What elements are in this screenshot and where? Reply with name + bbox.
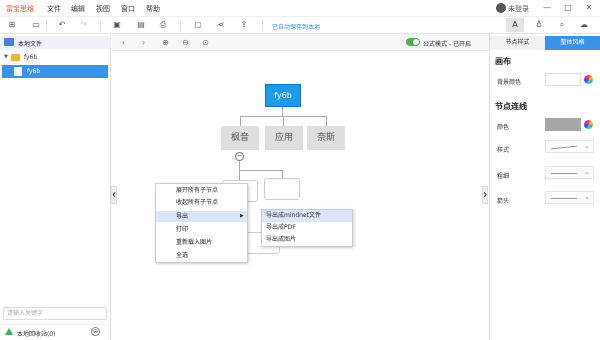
- autosave-status: 已自动保存到本地: [272, 24, 321, 31]
- file-sidebar: [0, 34, 111, 340]
- close-button[interactable]: ✕: [582, 2, 596, 14]
- line-thickness-select[interactable]: ⌄: [545, 166, 594, 179]
- arrow-select[interactable]: ⌄: [545, 191, 594, 204]
- expand-arrow-icon[interactable]: ▼: [4, 54, 8, 60]
- connector-line: [326, 116, 327, 126]
- formula-mode-label: 公式模式 - 已开启: [423, 41, 471, 48]
- line-thickness-label: 粗细: [497, 173, 510, 180]
- connector-line: [239, 170, 283, 171]
- shirt-theme-icon[interactable]: ♁: [533, 19, 545, 31]
- connector-line: [282, 107, 283, 116]
- local-files-header: [0, 36, 111, 49]
- maximize-button[interactable]: □: [561, 2, 575, 14]
- undo-icon[interactable]: ↶: [56, 19, 68, 31]
- export-pdf[interactable]: 导出成PDF: [262, 222, 352, 234]
- new-file-icon[interactable]: ⊞: [6, 19, 18, 31]
- local-files-icon: [4, 38, 14, 46]
- export-icon[interactable]: ⇪: [238, 19, 250, 31]
- menu-expand-all[interactable]: 展开所有子节点: [156, 185, 247, 196]
- line-color-swatch[interactable]: [545, 118, 581, 131]
- menu-edit[interactable]: 编辑: [71, 4, 85, 14]
- connector-line: [240, 116, 241, 126]
- recycle-bin-label: 本地回收站(0): [17, 331, 56, 338]
- toolbar-divider: [180, 20, 181, 31]
- text-style-icon[interactable]: A: [506, 18, 524, 32]
- recycle-expand-button[interactable]: ⊖: [91, 327, 100, 336]
- zoom-out-icon[interactable]: ⊖: [180, 37, 191, 48]
- mindmap-file-icon: [14, 67, 22, 76]
- empty-node[interactable]: [264, 178, 300, 200]
- left-panel-collapse-handle[interactable]: ❮: [111, 186, 117, 204]
- arrow-label: 箭头: [497, 198, 510, 205]
- menu-window[interactable]: 窗口: [121, 4, 135, 14]
- connector-line: [283, 116, 284, 126]
- app-title: 富宝思维: [6, 5, 34, 13]
- back-icon[interactable]: ‹: [118, 37, 129, 48]
- user-avatar-icon[interactable]: [496, 3, 506, 13]
- line-color-label: 颜色: [497, 124, 510, 131]
- share-icon[interactable]: ⋖: [215, 19, 227, 31]
- save-icon[interactable]: ▣: [111, 19, 123, 31]
- cloud-icon[interactable]: ☁: [578, 19, 590, 31]
- menu-reload-images[interactable]: 重新载入图片: [156, 237, 247, 248]
- print-icon[interactable]: ⎙: [157, 19, 169, 31]
- menu-collapse-all[interactable]: 收起所有子节点: [156, 197, 247, 208]
- search-input[interactable]: 请输入关键字: [3, 307, 107, 320]
- export-image[interactable]: 导出成图片: [262, 234, 352, 246]
- line-style-select[interactable]: ⌄: [545, 140, 594, 153]
- file-item-label: fy6b: [27, 68, 41, 75]
- folder-item[interactable]: fy6b: [24, 54, 37, 61]
- tab-overall-style[interactable]: 整体风格: [545, 36, 600, 50]
- right-panel-collapse-handle[interactable]: ❯: [482, 186, 488, 204]
- collapse-node-button[interactable]: −: [235, 152, 244, 161]
- forward-icon[interactable]: ›: [138, 37, 149, 48]
- line-style-label: 样式: [497, 147, 510, 154]
- zoom-in-icon[interactable]: ⊕: [160, 37, 171, 48]
- toolbar-divider: [100, 20, 101, 31]
- root-node[interactable]: fy6b: [265, 84, 301, 107]
- connector-line: [282, 170, 283, 178]
- toolbar-divider: [262, 20, 263, 31]
- color-wheel-icon[interactable]: [584, 75, 593, 84]
- export-mindnet[interactable]: 导出成mindnet文件: [262, 210, 352, 222]
- login-status[interactable]: 未登录: [508, 4, 529, 14]
- open-folder-icon[interactable]: ▭: [30, 19, 42, 31]
- submenu-arrow-icon: ▶: [240, 213, 244, 219]
- child-node[interactable]: 应用: [265, 126, 303, 150]
- menu-print[interactable]: 打印: [156, 224, 247, 235]
- image-icon[interactable]: ▤: [135, 19, 147, 31]
- color-wheel-icon[interactable]: [584, 120, 593, 129]
- search-icon[interactable]: ⌕: [556, 19, 568, 31]
- menu-export[interactable]: 导出: [156, 211, 247, 222]
- menu-view[interactable]: 视图: [96, 4, 110, 14]
- child-node[interactable]: 枫音: [221, 126, 259, 150]
- folder-icon: [11, 54, 20, 61]
- formula-mode-toggle[interactable]: [406, 38, 420, 46]
- minimize-button[interactable]: —: [540, 2, 554, 14]
- tab-node-style[interactable]: 节点样式: [490, 36, 545, 50]
- comment-icon[interactable]: ▢: [192, 19, 204, 31]
- bg-color-swatch[interactable]: [545, 73, 581, 86]
- line-section-heading: 节点连线: [495, 102, 527, 111]
- connector-line: [239, 161, 240, 181]
- zoom-fit-icon[interactable]: ⊙: [200, 37, 211, 48]
- local-files-label: 本地文件: [18, 41, 43, 48]
- child-node[interactable]: 奈斯: [307, 126, 345, 150]
- canvas-section-heading: 画布: [495, 57, 511, 66]
- toolbar-divider: [46, 20, 47, 31]
- bg-color-label: 背景颜色: [497, 79, 522, 86]
- menu-select-all[interactable]: 全选: [156, 250, 247, 261]
- menu-help[interactable]: 帮助: [146, 4, 160, 14]
- redo-icon[interactable]: ↷: [78, 19, 90, 31]
- menu-file[interactable]: 文件: [47, 4, 61, 14]
